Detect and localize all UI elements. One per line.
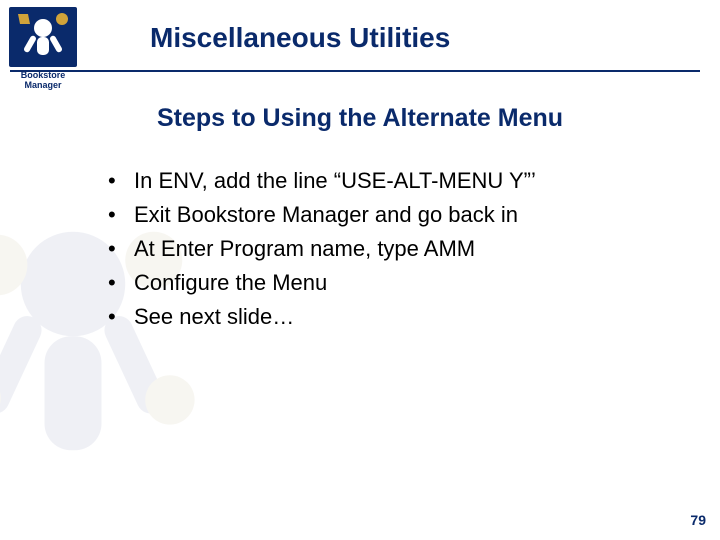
slide-title: Miscellaneous Utilities [90, 22, 696, 64]
slide-subtitle: Steps to Using the Alternate Menu [0, 104, 720, 133]
bullet-text: Configure the Menu [134, 270, 327, 295]
bullet-text: At Enter Program name, type AMM [134, 236, 475, 261]
page-number: 79 [690, 512, 706, 528]
bookstore-manager-logo-icon: Bookstore Manager [8, 6, 78, 90]
bullet-text: In ENV, add the line “USE-ALT-MENU Y”’ [134, 168, 536, 193]
list-item: In ENV, add the line “USE-ALT-MENU Y”’ [108, 164, 680, 198]
list-item: At Enter Program name, type AMM [108, 232, 680, 266]
list-item: Exit Bookstore Manager and go back in [108, 198, 680, 232]
slide: Bookstore Manager Miscellaneous Utilitie… [0, 0, 720, 540]
title-area: Miscellaneous Utilities [90, 22, 696, 64]
list-item: Configure the Menu [108, 266, 680, 300]
bullet-list: In ENV, add the line “USE-ALT-MENU Y”’ E… [108, 164, 680, 334]
title-divider [10, 70, 700, 72]
bullet-text: Exit Bookstore Manager and go back in [134, 202, 518, 227]
bullet-text: See next slide… [134, 304, 294, 329]
svg-text:Manager: Manager [24, 80, 62, 90]
list-item: See next slide… [108, 300, 680, 334]
